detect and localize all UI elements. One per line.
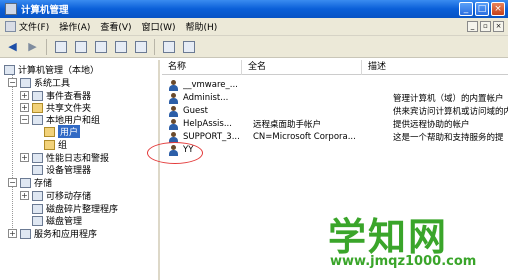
annotation-circle [147,142,203,164]
removable-storage-icon [32,190,43,201]
watermark-url: www.jmqz1000.com [330,254,477,269]
list-item[interactable]: SUPPORT_3... CN=Microsoft Corpora... 这是一… [162,131,508,143]
forward-arrow-icon[interactable]: ▶ [24,38,41,55]
tree-item-root[interactable]: 计算机管理（本地） [4,64,99,76]
list-item[interactable]: HelpAssis... 远程桌面助手帐户 提供远程协助的帐户 [162,118,508,130]
close-button[interactable]: × [491,2,505,16]
mdi-minimize-button[interactable]: _ [467,21,478,32]
window-controls: _ □ × [459,2,505,16]
tree-item-device-manager[interactable]: 设备管理器 [32,164,91,176]
document-icon [5,21,16,32]
tree-guide [12,74,13,234]
tree-item-users[interactable]: 用户 [44,125,81,138]
user-icon [168,92,179,104]
expand-toggle[interactable]: + [20,153,29,162]
mdi-window-controls: _ ▫ × [467,21,504,32]
tree-item-disk-management[interactable]: 磁盘管理 [32,215,82,227]
user-icon [168,131,179,143]
event-viewer-icon [32,90,43,101]
computer-management-icon [5,3,17,15]
system-tools-icon [20,77,31,88]
expand-toggle[interactable]: + [20,191,29,200]
users-groups-icon [32,114,43,125]
menu-window[interactable]: 窗口(W) [137,20,181,33]
toolbar-separator [154,38,155,55]
mdi-restore-button[interactable]: ▫ [480,21,491,32]
folder-icon [44,126,55,137]
tree-item-groups[interactable]: 组 [44,139,67,151]
console-icon[interactable] [180,38,197,55]
column-header-name[interactable]: 名称 [162,59,242,75]
list-item[interactable]: __vmware_... [162,79,508,91]
tree-item-services[interactable]: + 服务和应用程序 [8,228,97,240]
tree-item-removable-storage[interactable]: + 可移动存储 [20,190,91,202]
properties-icon[interactable] [92,38,109,55]
collapse-toggle[interactable]: − [8,78,17,87]
column-header-description[interactable]: 描述 [362,60,508,75]
folder-icon [32,102,43,113]
tree-item-local-users[interactable]: − 本地用户和组 [20,114,100,126]
tree-item-perf-logs[interactable]: + 性能日志和警报 [20,152,109,164]
maximize-button[interactable]: □ [475,2,489,16]
help-icon[interactable] [160,38,177,55]
menu-action[interactable]: 操作(A) [54,20,95,33]
menu-view[interactable]: 查看(V) [95,20,136,33]
storage-icon [20,177,31,188]
expand-toggle[interactable]: + [20,91,29,100]
menu-help[interactable]: 帮助(H) [181,20,223,33]
watermark-logo: 学知网 [328,215,449,259]
user-icon [168,105,179,117]
tree-item-defrag[interactable]: 磁盘碎片整理程序 [32,203,118,215]
expand-toggle[interactable]: + [8,229,17,238]
tree-item-storage[interactable]: − 存储 [8,177,52,189]
toolbar: ◀ ▶ [0,36,508,58]
mdi-close-button[interactable]: × [493,21,504,32]
user-icon [168,118,179,130]
collapse-toggle[interactable]: − [20,115,29,124]
column-header-fullname[interactable]: 全名 [242,59,362,75]
computer-icon [4,64,15,75]
performance-icon [32,152,43,163]
menu-bar: 文件(F) 操作(A) 查看(V) 窗口(W) 帮助(H) _ ▫ × [0,18,508,36]
disk-management-icon [32,215,43,226]
list-item[interactable]: YY [162,144,508,156]
title-bar: 计算机管理 _ □ × [0,0,508,18]
folder-icon [44,139,55,150]
expand-toggle[interactable]: + [20,103,29,112]
refresh-icon[interactable] [112,38,129,55]
export-list-icon[interactable] [132,38,149,55]
list-item[interactable]: Guest 供来宾访问计算机或访问域的内 [162,105,508,117]
user-icon [168,79,179,91]
collapse-toggle[interactable]: − [8,178,17,187]
device-manager-icon [32,164,43,175]
defrag-icon [32,203,43,214]
tree-item-system-tools[interactable]: − 系统工具 [8,77,70,89]
tree-item-event-viewer[interactable]: + 事件查看器 [20,90,91,102]
show-tree-icon[interactable] [72,38,89,55]
toolbar-separator [46,38,47,55]
window-title: 计算机管理 [21,5,69,16]
console-tree: 计算机管理（本地） − 系统工具 + 事件查看器 + 共享文件夹 − 本地用户和… [0,60,160,280]
minimize-button[interactable]: _ [459,2,473,16]
menu-file[interactable]: 文件(F) [0,20,54,33]
back-arrow-icon[interactable]: ◀ [4,38,21,55]
tree-item-shared-folders[interactable]: + 共享文件夹 [20,102,91,114]
column-headers: 名称 全名 描述 [162,59,508,75]
up-folder-icon[interactable] [52,38,69,55]
services-icon [20,228,31,239]
list-item[interactable]: Administ... 管理计算机（域）的内置帐户 [162,92,508,104]
